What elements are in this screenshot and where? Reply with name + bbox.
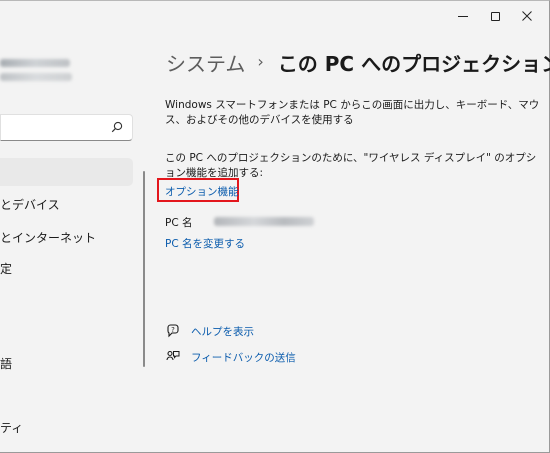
account-name-blur <box>0 59 70 67</box>
close-button[interactable] <box>512 3 542 29</box>
search-input[interactable] <box>0 114 133 141</box>
close-icon <box>522 11 532 21</box>
account-info-blurred <box>0 59 80 99</box>
page-title: この PC へのプロジェクション <box>277 51 550 76</box>
breadcrumb: システム › この PC へのプロジェクション <box>166 45 550 79</box>
sidebar: とデバイス とインターネット 定 語 ティ <box>0 29 145 453</box>
sidebar-item-label: ティ <box>0 421 24 435</box>
minimize-icon <box>458 15 468 17</box>
help-icon: ? <box>167 324 179 338</box>
projection-description: Windows スマートフォンまたは PC からこの画面に出力し、キーボード、マ… <box>165 99 540 126</box>
feedback-icon <box>166 350 180 361</box>
minimize-button[interactable] <box>448 3 478 29</box>
sidebar-item-security[interactable]: ティ <box>0 414 133 442</box>
optional-features-link[interactable]: オプション機能 <box>165 184 239 199</box>
pc-name-label: PC 名 <box>165 217 193 229</box>
svg-text:?: ? <box>171 326 175 334</box>
sidebar-item-personalization[interactable]: 定 <box>0 255 133 283</box>
sidebar-item-label: 語 <box>0 357 13 371</box>
breadcrumb-parent[interactable]: システム <box>166 48 245 77</box>
sidebar-item-language[interactable]: 語 <box>0 350 133 378</box>
option-feature-prompt: この PC へのプロジェクションのために、"ワイヤレス ディスプレイ" のオプシ… <box>165 152 537 179</box>
sidebar-scrollbar[interactable] <box>143 171 145 367</box>
account-email-blur <box>0 73 72 81</box>
sidebar-item-label: とデバイス <box>0 198 60 212</box>
sidebar-item-devices[interactable]: とデバイス <box>0 191 133 219</box>
feedback-row[interactable]: フィードバックの送信 <box>166 348 296 366</box>
sidebar-item-network[interactable]: とインターネット <box>0 224 133 252</box>
rename-pc-link[interactable]: PC 名を変更する <box>165 236 245 251</box>
get-help-row[interactable]: ? ヘルプを表示 <box>166 322 254 340</box>
pc-name-value-blurred <box>214 217 314 226</box>
sidebar-item-label: 定 <box>0 262 13 276</box>
search-icon[interactable] <box>111 121 123 133</box>
breadcrumb-separator-icon: › <box>257 51 264 71</box>
sidebar-item-label: とインターネット <box>0 231 97 245</box>
maximize-button[interactable] <box>480 3 510 29</box>
settings-window: とデバイス とインターネット 定 語 ティ システム › この PC へのプロジ… <box>0 0 550 453</box>
sidebar-item-system[interactable] <box>0 158 133 186</box>
get-help-link[interactable]: ヘルプを表示 <box>191 324 254 339</box>
maximize-icon <box>490 11 500 21</box>
send-feedback-link[interactable]: フィードバックの送信 <box>191 350 296 365</box>
